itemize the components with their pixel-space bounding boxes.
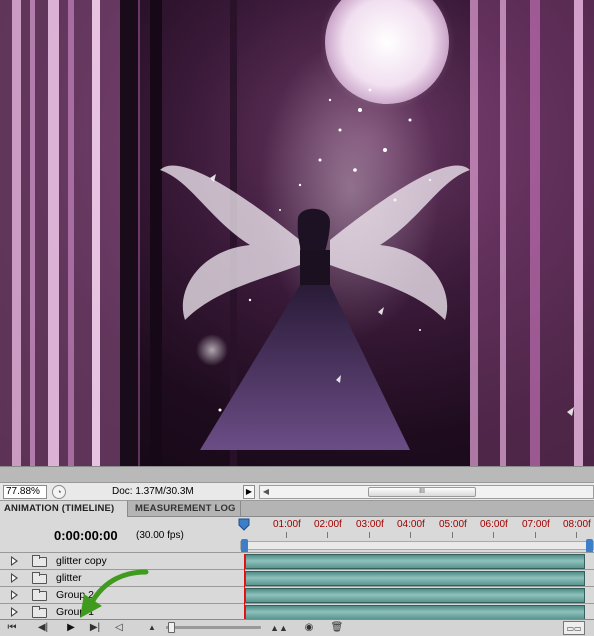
- expand-triangle-icon[interactable]: [11, 556, 18, 566]
- timeline-zoom-slider[interactable]: [166, 626, 261, 629]
- folder-icon: [32, 572, 47, 584]
- trash-icon[interactable]: 🗑: [330, 621, 344, 635]
- ruler-tick: [535, 532, 536, 538]
- layer-duration-bar[interactable]: [245, 554, 585, 569]
- go-to-first-frame-icon[interactable]: ⏮: [4, 621, 20, 635]
- current-timecode[interactable]: 0:00:00:00: [54, 528, 118, 543]
- layer-duration-bar[interactable]: [245, 605, 585, 620]
- folder-icon: [32, 555, 47, 567]
- work-area-end-handle[interactable]: [586, 539, 593, 553]
- convert-to-frame-animation-icon[interactable]: ▭▭: [563, 621, 585, 635]
- previous-frame-icon[interactable]: ◀|: [36, 621, 50, 635]
- expand-triangle-icon[interactable]: [11, 590, 18, 600]
- document-canvas[interactable]: [0, 0, 594, 466]
- expand-triangle-icon[interactable]: [11, 607, 18, 617]
- work-area-start-handle[interactable]: [241, 539, 248, 553]
- ruler-label: 03:00f: [356, 519, 384, 530]
- ruler-label: 01:00f: [273, 519, 301, 530]
- ruler-tick: [327, 532, 328, 538]
- playhead-line: [244, 554, 245, 619]
- canvas-bottom-strip: [0, 466, 594, 482]
- timeline-zoom-thumb[interactable]: [168, 622, 175, 633]
- horizontal-scrollbar[interactable]: ◀ III: [259, 485, 594, 499]
- ruler-label: 06:00f: [480, 519, 508, 530]
- scrollbar-thumb[interactable]: III: [368, 487, 476, 497]
- layer-duration-bar[interactable]: [245, 588, 585, 603]
- ruler-label: 07:00f: [522, 519, 550, 530]
- zoom-level-field[interactable]: 77.88%: [3, 485, 47, 499]
- folder-icon: [32, 589, 47, 601]
- onion-skin-icon[interactable]: ◉: [302, 621, 316, 635]
- ruler-tick: [410, 532, 411, 538]
- ruler-tick: [286, 532, 287, 538]
- tab-measurement-log[interactable]: MEASUREMENT LOG: [131, 501, 241, 517]
- frame-rate: (30.00 fps): [136, 530, 184, 541]
- zoom-in-mountain-icon[interactable]: ▲▲: [270, 621, 288, 635]
- ruler-label: 04:00f: [397, 519, 425, 530]
- document-size-info: Doc: 1.37M/30.3M: [112, 486, 194, 497]
- zoom-menu-icon[interactable]: ◔: [52, 485, 66, 499]
- work-area-bar[interactable]: [240, 539, 594, 553]
- layer-duration-bar[interactable]: [245, 571, 585, 586]
- scroll-left-arrow-icon[interactable]: ◀: [260, 486, 272, 498]
- annotation-arrow-icon: [80, 569, 149, 618]
- panel-tab-bar: ANIMATION (TIMELINE) MEASUREMENT LOG: [0, 501, 594, 517]
- ruler-tick: [576, 532, 577, 538]
- tab-animation-timeline[interactable]: ANIMATION (TIMELINE): [0, 501, 128, 517]
- ruler-tick: [369, 532, 370, 538]
- folder-icon: [32, 606, 47, 618]
- expand-triangle-icon[interactable]: [11, 573, 18, 583]
- ruler-label: 02:00f: [314, 519, 342, 530]
- ruler-label: 05:00f: [439, 519, 467, 530]
- status-menu-arrow-icon[interactable]: ▶: [243, 485, 255, 499]
- status-bar: 77.88% ◔ Doc: 1.37M/30.3M ▶ ◀ III: [0, 482, 594, 501]
- fairy-forest-artwork: [0, 0, 594, 466]
- ruler-tick: [452, 532, 453, 538]
- ruler-tick: [493, 532, 494, 538]
- ruler-label: 08:00f: [563, 519, 591, 530]
- current-time-indicator-icon[interactable]: [238, 518, 250, 531]
